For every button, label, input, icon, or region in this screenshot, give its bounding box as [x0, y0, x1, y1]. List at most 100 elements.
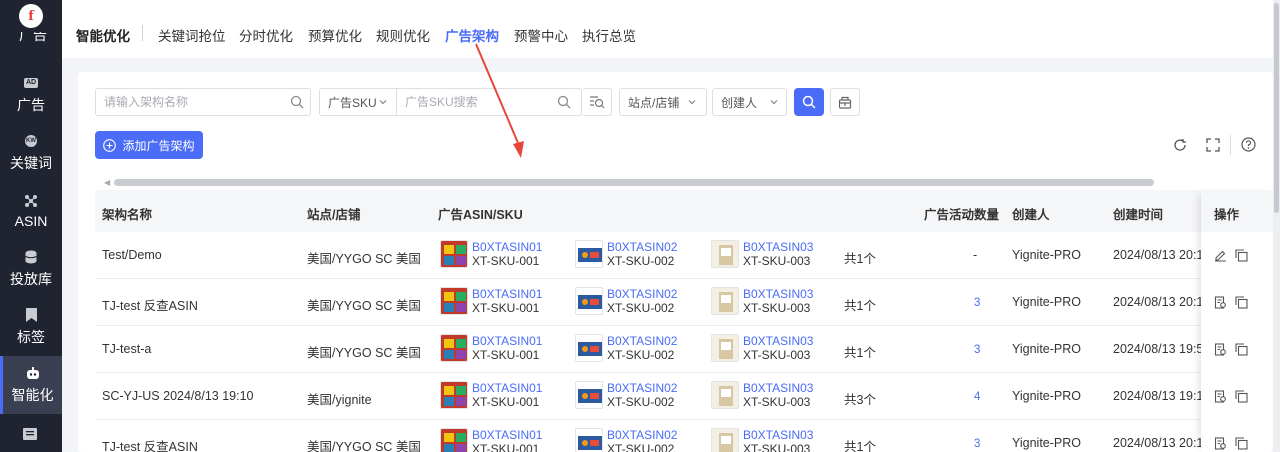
- tab-execution[interactable]: 执行总览: [582, 25, 636, 45]
- row-campaign-count[interactable]: 3: [974, 438, 980, 450]
- view-detail-icon[interactable]: [1214, 343, 1227, 359]
- asin-link[interactable]: B0XTASIN03: [743, 428, 813, 442]
- asin-link[interactable]: B0XTASIN02: [607, 428, 677, 442]
- row-site: 美国/YYGO SC 美国: [307, 299, 421, 313]
- chevron-down-icon: [379, 100, 387, 105]
- product-thumbnail: [711, 428, 739, 452]
- asin-link[interactable]: B0XTASIN02: [607, 240, 677, 254]
- asin-link[interactable]: B0XTASIN03: [743, 381, 813, 395]
- tab-alerts[interactable]: 预警中心: [514, 25, 568, 45]
- row-name: Test/Demo: [102, 248, 162, 262]
- sidebar-item-label: 广告: [17, 97, 45, 113]
- sku-type-value: 广告SKU: [328, 95, 377, 110]
- row-site: 美国/YYGO SC 美国: [307, 252, 421, 266]
- sku-search-input[interactable]: [405, 95, 581, 109]
- sku-code: XT-SKU-003: [743, 442, 811, 452]
- tab-rules[interactable]: 规则优化: [376, 25, 430, 45]
- sku-search-field[interactable]: [396, 88, 582, 116]
- clear-filters-button[interactable]: [830, 88, 860, 116]
- view-detail-icon[interactable]: [1214, 437, 1227, 452]
- structure-name-search[interactable]: [95, 88, 311, 116]
- asin-link[interactable]: B0XTASIN01: [472, 287, 542, 301]
- tab-keyword-bid[interactable]: 关键词抢位: [158, 25, 226, 45]
- row-name: SC-YJ-US 2024/8/13 19:10: [102, 389, 254, 403]
- page-scrollbar[interactable]: [1273, 0, 1280, 452]
- row-created: 2024/08/13 20:12: [1113, 436, 1211, 450]
- search-icon: [802, 95, 816, 109]
- col-creator: 创建人: [1012, 208, 1050, 222]
- asin-link[interactable]: B0XTASIN01: [472, 240, 542, 254]
- app-logo[interactable]: f: [19, 4, 43, 28]
- help-icon[interactable]: [1241, 137, 1256, 152]
- batch-search-button[interactable]: [582, 88, 612, 116]
- asin-link[interactable]: B0XTASIN03: [743, 334, 813, 348]
- edit-icon[interactable]: [1214, 249, 1227, 265]
- sku-code: XT-SKU-003: [743, 395, 811, 409]
- site-store-select[interactable]: 站点/店铺: [619, 88, 707, 116]
- sidebar-item-more[interactable]: [23, 428, 37, 443]
- sku-item: B0XTASIN03 XT-SKU-003: [711, 287, 813, 315]
- sidebar-item-tags[interactable]: 标签: [0, 298, 62, 356]
- creator-select[interactable]: 创建人: [712, 88, 787, 116]
- sku-item: B0XTASIN03 XT-SKU-003: [711, 240, 813, 268]
- asin-link[interactable]: B0XTASIN02: [607, 334, 677, 348]
- sidebar-item-smart[interactable]: 智能化: [0, 356, 62, 414]
- sku-item: B0XTASIN01 XT-SKU-001: [440, 334, 542, 362]
- toolbar-divider: [1230, 135, 1231, 155]
- row-created: 2024/08/13 19:19: [1113, 389, 1211, 403]
- horizontal-scrollbar[interactable]: [114, 179, 1154, 186]
- table-row: TJ-test 反查ASIN 美国/YYGO SC 美国 B0XTASIN01 X…: [95, 420, 1273, 452]
- col-created: 创建时间: [1113, 208, 1164, 222]
- row-campaign-count[interactable]: 4: [974, 391, 980, 403]
- sku-code: XT-SKU-001: [472, 301, 540, 315]
- sidebar-item-asin[interactable]: ASIN: [0, 182, 62, 240]
- bookmark-icon: [25, 307, 37, 323]
- table-row: SC-YJ-US 2024/8/13 19:10 美国/yignite B0XTA…: [95, 373, 1273, 420]
- product-thumbnail: [711, 334, 739, 362]
- sku-code: XT-SKU-001: [472, 348, 540, 362]
- section-title: 智能优化: [76, 29, 130, 44]
- row-site: 美国/YYGO SC 美国: [307, 440, 421, 452]
- copy-icon[interactable]: [1235, 343, 1248, 359]
- copy-icon[interactable]: [1235, 296, 1248, 312]
- chevron-down-icon: [688, 100, 696, 105]
- product-thumbnail: [440, 334, 468, 362]
- asin-link[interactable]: B0XTASIN03: [743, 287, 813, 301]
- copy-icon[interactable]: [1235, 390, 1248, 406]
- search-icon[interactable]: [557, 95, 571, 109]
- asin-link[interactable]: B0XTASIN01: [472, 381, 542, 395]
- row-campaign-count[interactable]: 3: [974, 297, 980, 309]
- sidebar-item-keyword[interactable]: KW 关键词: [0, 124, 62, 182]
- sku-type-select[interactable]: 广告SKU: [319, 88, 397, 116]
- row-campaign-count[interactable]: 3: [974, 344, 980, 356]
- fullscreen-icon[interactable]: [1206, 138, 1220, 152]
- copy-icon[interactable]: [1235, 437, 1248, 452]
- sidebar-item-label: 投放库: [10, 271, 52, 287]
- structure-name-input[interactable]: [104, 95, 310, 109]
- page-scrollbar-thumb[interactable]: [1274, 3, 1279, 213]
- tab-ad-structure[interactable]: 广告架构: [445, 25, 499, 45]
- ad-icon: AD: [23, 78, 39, 88]
- asin-link[interactable]: B0XTASIN02: [607, 381, 677, 395]
- asin-link[interactable]: B0XTASIN01: [472, 428, 542, 442]
- search-button[interactable]: [794, 88, 824, 116]
- asin-link[interactable]: B0XTASIN02: [607, 287, 677, 301]
- tab-budget[interactable]: 预算优化: [308, 25, 362, 45]
- asin-link[interactable]: B0XTASIN03: [743, 240, 813, 254]
- view-detail-icon[interactable]: [1214, 296, 1227, 312]
- view-detail-icon[interactable]: [1214, 390, 1227, 406]
- copy-icon[interactable]: [1235, 249, 1248, 265]
- tab-dayparting[interactable]: 分时优化: [239, 25, 293, 45]
- sidebar-item-library[interactable]: 投放库: [0, 240, 62, 298]
- search-icon[interactable]: [290, 95, 304, 109]
- asin-link[interactable]: B0XTASIN01: [472, 334, 542, 348]
- sku-item: B0XTASIN02 XT-SKU-002: [575, 240, 677, 268]
- asin-icon: [24, 193, 38, 209]
- product-thumbnail: [575, 240, 603, 268]
- robot-icon: [26, 365, 40, 381]
- scroll-left-icon[interactable]: ◀: [104, 178, 110, 187]
- refresh-icon[interactable]: [1173, 138, 1187, 152]
- add-structure-button[interactable]: 添加广告架构: [95, 131, 203, 159]
- sidebar-item-ads[interactable]: AD 广告: [0, 66, 62, 124]
- sidebar-item-label: ASIN: [14, 213, 48, 229]
